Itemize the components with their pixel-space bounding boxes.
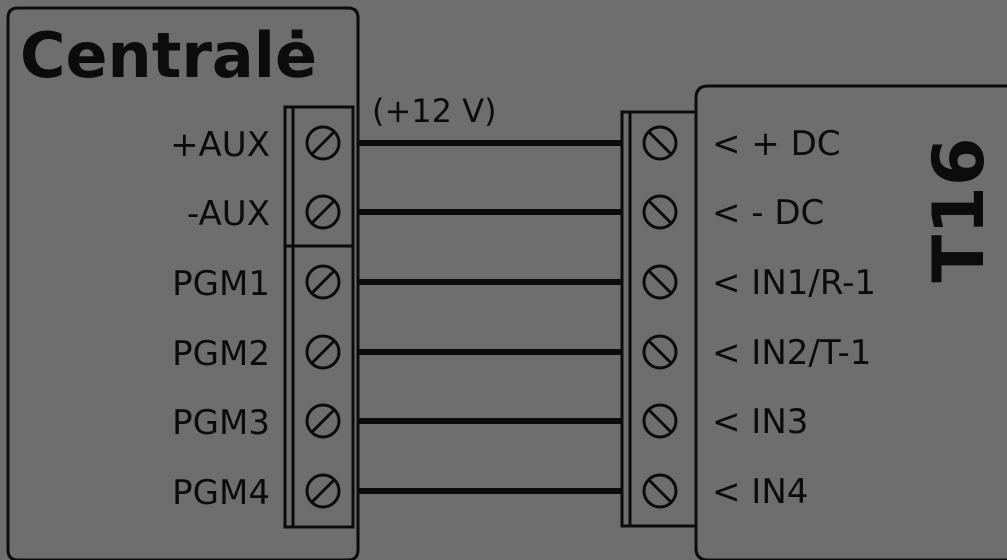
central-terminal-label-aux-minus: -AUX xyxy=(187,194,270,234)
t16-terminal-screw-6 xyxy=(642,473,678,509)
central-terminal-screw-4 xyxy=(305,334,341,370)
central-terminal-screw-1 xyxy=(305,125,341,161)
central-terminal-label-aux-plus: +AUX xyxy=(170,125,270,165)
t16-terminal-screw-3 xyxy=(642,264,678,300)
t16-terminal-screw-2 xyxy=(642,194,678,230)
t16-terminal-label-in4: < IN4 xyxy=(712,472,808,512)
central-terminal-block xyxy=(283,105,355,529)
t16-module-title: T16 xyxy=(918,137,1000,282)
central-terminal-label-pgm3: PGM3 xyxy=(172,403,270,443)
wiring-diagram: Centralė +AUX -AUX PGM1 PGM2 PGM3 PGM4 (… xyxy=(0,0,1007,560)
t16-terminal-block xyxy=(620,110,698,528)
central-unit-title: Centralė xyxy=(20,19,317,92)
central-terminal-label-pgm1: PGM1 xyxy=(172,264,270,304)
t16-terminal-label-dc-minus: < - DC xyxy=(712,193,824,233)
central-terminal-screw-6 xyxy=(305,473,341,509)
t16-terminal-label-in3: < IN3 xyxy=(712,402,808,442)
t16-terminal-label-in2: < IN2/T-1 xyxy=(712,333,871,373)
central-terminal-label-pgm4: PGM4 xyxy=(172,473,270,513)
t16-terminal-label-dc-plus: < + DC xyxy=(712,124,841,164)
diagram-canvas: Centralė +AUX -AUX PGM1 PGM2 PGM3 PGM4 (… xyxy=(6,6,1007,560)
central-terminal-screw-5 xyxy=(305,403,341,439)
central-terminal-label-pgm2: PGM2 xyxy=(172,334,270,374)
voltage-note: (+12 V) xyxy=(372,92,497,130)
t16-terminal-screw-4 xyxy=(642,334,678,370)
central-terminal-screw-2 xyxy=(305,194,341,230)
t16-terminal-screw-5 xyxy=(642,403,678,439)
central-terminal-screw-3 xyxy=(305,264,341,300)
t16-terminal-screw-1 xyxy=(642,125,678,161)
t16-terminal-label-in1: < IN1/R-1 xyxy=(712,263,876,303)
